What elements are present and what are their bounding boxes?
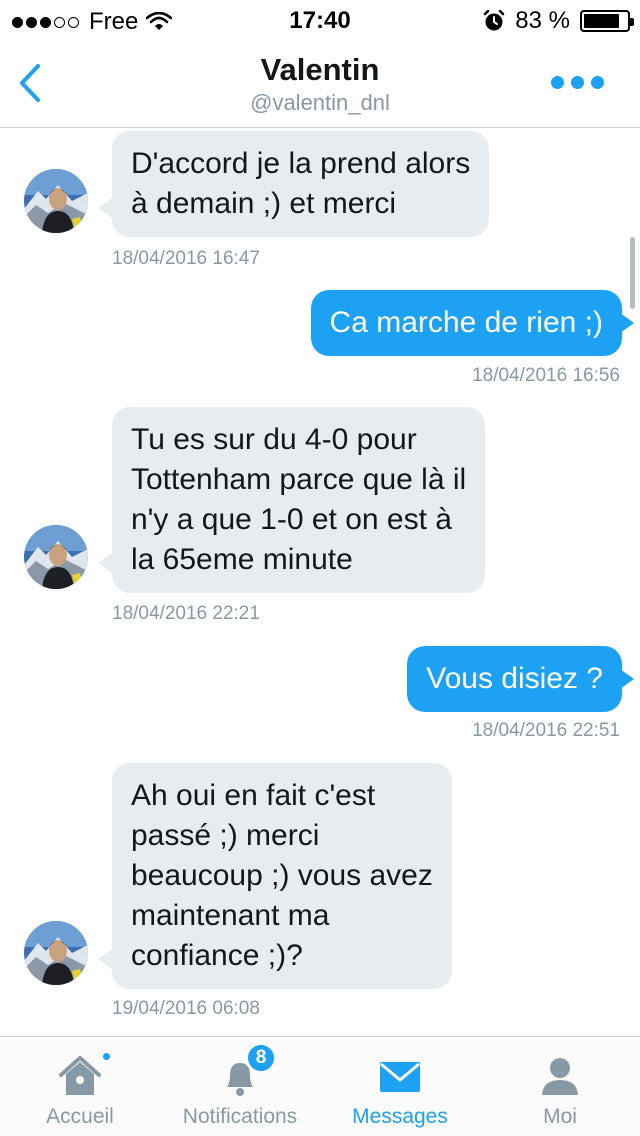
alarm-clock-icon xyxy=(484,10,505,31)
message-text: Vous disiez ? xyxy=(426,662,603,695)
more-dot xyxy=(551,76,564,89)
more-dot xyxy=(591,76,604,89)
contact-name: Valentin xyxy=(260,52,380,87)
message-text: Ah oui en fait c'est passé ;) merci beau… xyxy=(131,779,433,972)
person-icon xyxy=(542,1058,578,1095)
tab-home[interactable]: Accueil xyxy=(0,1037,160,1136)
incoming-message-bubble[interactable]: Tu es sur du 4-0 pour Tottenham parce qu… xyxy=(112,407,486,593)
tab-notifications[interactable]: 8 Notifications xyxy=(160,1037,320,1136)
message-text: Tu es sur du 4-0 pour Tottenham parce qu… xyxy=(131,423,467,576)
home-icon xyxy=(59,1056,101,1095)
status-right: 83 % xyxy=(483,7,634,35)
message-timestamp: 18/04/2016 22:51 xyxy=(472,720,620,741)
tab-bar: Accueil 8 Notifications Messages Moi xyxy=(0,1036,640,1136)
avatar[interactable] xyxy=(24,169,88,233)
message-thread[interactable]: D'accord je la prend alors à demain ;) e… xyxy=(0,129,640,1036)
new-activity-dot xyxy=(101,1051,112,1062)
envelope-icon xyxy=(380,1062,420,1092)
bubble-tail xyxy=(620,313,634,333)
bubble-tail xyxy=(98,553,112,573)
notification-count-badge: 8 xyxy=(246,1043,276,1073)
incoming-message-bubble[interactable]: Ah oui en fait c'est passé ;) merci beau… xyxy=(112,763,452,989)
outgoing-message-bubble[interactable]: Ca marche de rien ;) xyxy=(310,290,622,356)
battery-level xyxy=(584,14,619,28)
battery-icon xyxy=(580,10,634,32)
bubble-tail xyxy=(98,198,112,218)
message-timestamp: 18/04/2016 16:47 xyxy=(112,248,260,269)
avatar[interactable] xyxy=(24,525,88,589)
tab-messages[interactable]: Messages xyxy=(320,1037,480,1136)
bubble-tail xyxy=(620,669,634,689)
status-bar: Free 17:40 83 % xyxy=(0,0,640,40)
message-text: D'accord je la prend alors à demain ;) e… xyxy=(131,147,471,220)
tab-label: Notifications xyxy=(182,1105,298,1128)
battery-tip xyxy=(630,18,634,26)
contact-handle: @valentin_dnl xyxy=(250,90,390,115)
battery-percentage: 83 % xyxy=(515,7,570,34)
tab-label: Accueil xyxy=(46,1105,114,1128)
bubble-tail xyxy=(98,949,112,969)
message-timestamp: 18/04/2016 22:21 xyxy=(112,603,260,624)
message-timestamp: 18/04/2016 16:56 xyxy=(472,365,620,386)
avatar[interactable] xyxy=(24,921,88,985)
conversation-header: Valentin @valentin_dnl xyxy=(0,40,640,128)
tab-label: Messages xyxy=(352,1105,448,1128)
tab-me[interactable]: Moi xyxy=(480,1037,640,1136)
incoming-message-bubble[interactable]: D'accord je la prend alors à demain ;) e… xyxy=(112,131,490,237)
more-options-button[interactable] xyxy=(551,76,604,89)
more-dot xyxy=(571,76,584,89)
message-text: Ca marche de rien ;) xyxy=(329,306,603,339)
outgoing-message-bubble[interactable]: Vous disiez ? xyxy=(407,646,622,712)
tab-label: Moi xyxy=(543,1105,577,1128)
scrollbar[interactable] xyxy=(630,237,635,309)
message-timestamp: 19/04/2016 06:08 xyxy=(112,998,260,1019)
